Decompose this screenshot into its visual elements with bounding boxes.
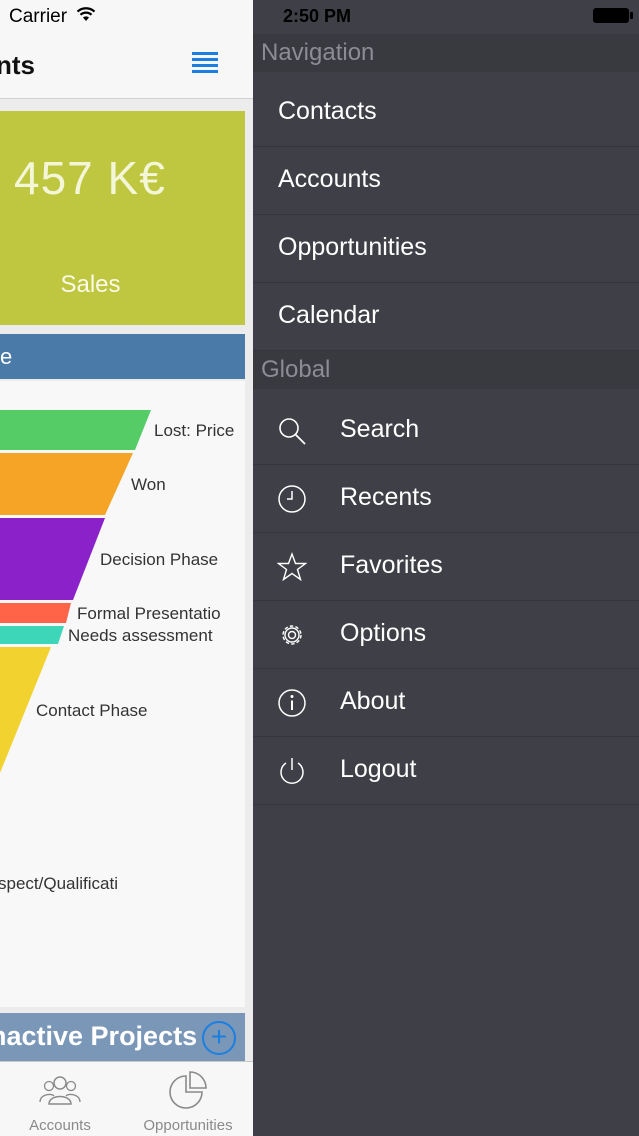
pipeline-header: e <box>0 334 245 379</box>
drawer-item-recents[interactable]: Recents <box>253 465 639 533</box>
tab-opportunities[interactable]: Opportunities <box>128 1062 248 1136</box>
funnel-graphic <box>0 410 151 773</box>
drawer-item-contacts[interactable]: Contacts <box>253 79 639 147</box>
add-project-button[interactable]: + <box>202 1021 236 1055</box>
clock-icon <box>278 485 306 513</box>
drawer-item-favorites[interactable]: Favorites <box>253 533 639 601</box>
sales-value: 457 K€ <box>14 152 166 204</box>
drawer-item-logout[interactable]: Logout <box>253 737 639 805</box>
inactive-projects-label: nactive Projects <box>0 1021 198 1051</box>
status-bar: Carrier <box>0 0 253 34</box>
star-icon <box>277 552 307 582</box>
drawer-item-label: About <box>340 687 406 715</box>
battery-icon <box>593 8 633 23</box>
funnel-label-contact: Contact Phase <box>36 701 148 720</box>
drawer-item-about[interactable]: About <box>253 669 639 737</box>
page-title: nts <box>0 50 35 80</box>
inactive-projects-header: nactive Projects + <box>0 1013 245 1061</box>
tab-opportunities-label: Opportunities <box>143 1117 233 1134</box>
section-title-navigation: Navigation <box>261 39 375 66</box>
funnel-label-decision: Decision Phase <box>100 550 219 569</box>
drawer-item-label: Options <box>340 619 427 647</box>
navigation-drawer: 2:50 PM Navigation Contacts Accounts Opp… <box>253 0 639 1136</box>
funnel-label-needs-assessment: Needs assessment <box>68 626 213 645</box>
drawer-item-label: Opportunities <box>278 233 427 261</box>
carrier-label: Carrier <box>9 6 68 27</box>
funnel-label-won: Won <box>131 475 166 494</box>
tab-accounts[interactable]: Accounts <box>0 1062 120 1136</box>
search-icon <box>279 418 306 445</box>
tab-accounts-label: Accounts <box>29 1117 91 1134</box>
people-icon <box>39 1076 81 1105</box>
drawer-item-label: Recents <box>340 483 432 511</box>
info-icon <box>278 689 306 717</box>
drawer-item-label: Accounts <box>278 165 381 193</box>
drawer-item-label: Favorites <box>340 551 443 579</box>
drawer-item-options[interactable]: Options <box>253 601 639 669</box>
background-view: Carrier nts 457 K€ Sales e Lost: Price W… <box>0 0 253 1136</box>
funnel-stage-formal-presentation <box>0 603 71 623</box>
sales-label: Sales <box>60 271 121 298</box>
funnel-stage-decision <box>0 518 105 600</box>
drawer-item-label: Search <box>340 415 420 443</box>
section-title-global: Global <box>261 356 331 383</box>
section-header-navigation: Navigation <box>253 34 639 72</box>
drawer-item-label: Contacts <box>278 97 377 125</box>
funnel-stage-needs-assessment <box>0 626 64 644</box>
status-bar-right: 2:50 PM <box>253 0 639 34</box>
funnel-label-lost-price: Lost: Price <box>154 421 235 440</box>
drawer-item-opportunities[interactable]: Opportunities <box>253 215 639 283</box>
drawer-item-search[interactable]: Search <box>253 397 639 465</box>
sales-tile[interactable]: 457 K€ Sales <box>0 111 245 325</box>
funnel-stage-won <box>0 453 133 515</box>
funnel-stage-lost-price <box>0 410 151 450</box>
drawer-item-label: Calendar <box>278 301 380 329</box>
gear-icon <box>282 625 302 645</box>
funnel-label-qualification: spect/Qualificati <box>0 874 118 893</box>
funnel-chart[interactable]: Lost: Price Won Decision Phase Formal Pr… <box>0 381 245 1007</box>
pipeline-header-text: e <box>0 344 13 369</box>
wifi-icon <box>76 7 96 21</box>
drawer-item-calendar[interactable]: Calendar <box>253 283 639 351</box>
drawer-item-accounts[interactable]: Accounts <box>253 147 639 215</box>
status-time: 2:50 PM <box>283 6 352 26</box>
funnel-label-formal-presentation: Formal Presentatio <box>77 604 221 623</box>
menu-button[interactable] <box>192 52 218 76</box>
pie-chart-icon <box>169 1071 207 1109</box>
nav-bar: nts <box>0 34 253 99</box>
section-header-global: Global <box>253 351 639 389</box>
tab-bar: Accounts Opportunities <box>0 1061 253 1136</box>
drawer-item-label: Logout <box>340 755 417 783</box>
menu-icon <box>192 52 218 55</box>
power-icon <box>280 758 304 784</box>
